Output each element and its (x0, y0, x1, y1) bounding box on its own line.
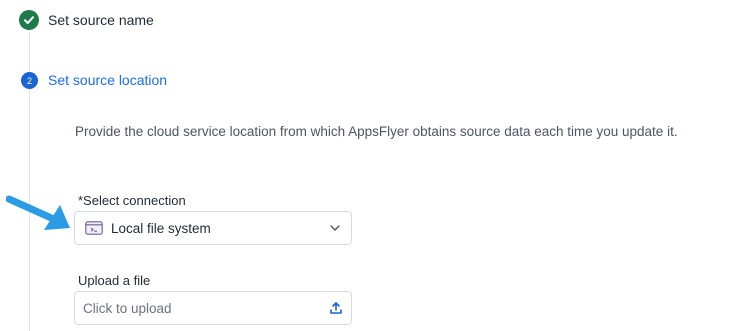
annotation-arrow-icon (6, 195, 70, 230)
step-description: Provide the cloud service location from … (75, 124, 678, 139)
local-file-system-icon (85, 221, 103, 235)
step-1-title[interactable]: Set source name (48, 12, 154, 28)
chevron-down-icon[interactable] (329, 222, 341, 234)
upload-icon[interactable] (329, 301, 343, 315)
check-icon (24, 16, 34, 24)
selected-connection-value: Local file system (111, 220, 211, 236)
upload-placeholder: Click to upload (83, 300, 172, 316)
select-connection-label: *Select connection (78, 193, 186, 208)
step-2-title[interactable]: Set source location (48, 72, 167, 88)
step-2-number-badge: 2 (21, 72, 38, 89)
upload-file-label: Upload a file (78, 273, 151, 288)
upload-file-input[interactable]: Click to upload (74, 291, 352, 325)
step-1-complete-icon (19, 10, 39, 30)
select-connection-dropdown[interactable]: Local file system (74, 211, 352, 245)
